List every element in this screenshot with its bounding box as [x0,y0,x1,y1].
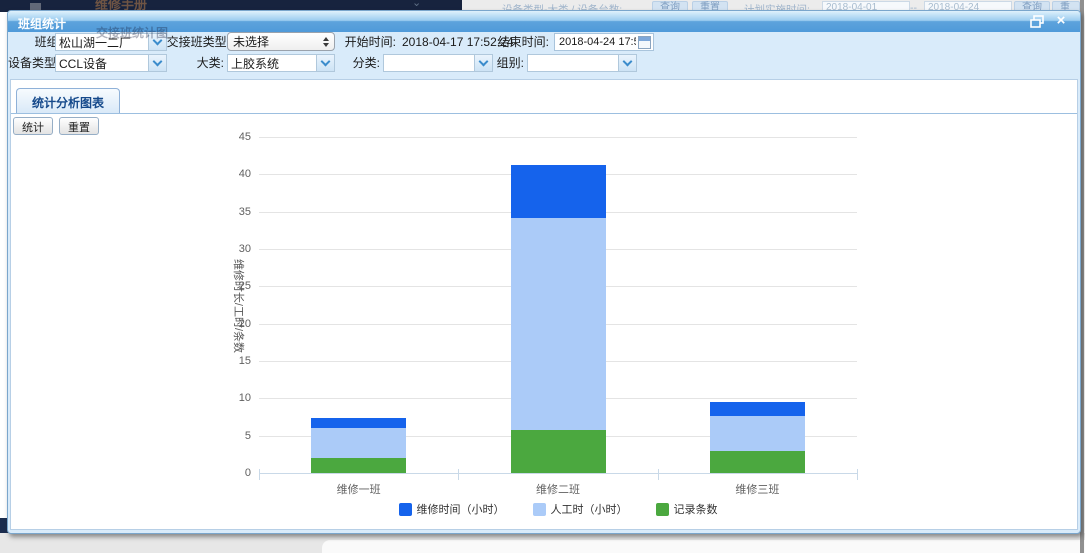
calendar-icon[interactable] [638,36,651,49]
y-tick-label: 5 [219,430,251,442]
subcategory-label: 分类: [344,54,380,72]
x-axis-line [259,473,857,474]
device-type-combo[interactable] [55,54,167,72]
shift-type-label: 交接班类型: [158,33,230,51]
legend-swatch-icon [656,503,669,516]
x-axis-tick [857,469,858,480]
x-axis-tick [458,469,459,480]
bar-segment[interactable] [710,402,805,416]
y-tick-label: 40 [219,168,251,180]
y-tick-label: 25 [219,280,251,292]
legend-item[interactable]: 人工时（小时） [533,501,628,517]
category-combo[interactable] [227,54,335,72]
select-stepper-icon [317,37,329,47]
bar-segment[interactable] [311,428,406,458]
background-menu-item-2: 交接班统计图 [96,24,168,41]
device-type-combo-trigger[interactable] [148,55,166,71]
content-panel: 统计分析图表 统计 重置 维修时长/工时/条数 维修时间（小时）人工时（小时）记… [10,79,1078,530]
team-statistics-window: 班组统计 × 交接班统计图 班组: 交接班类型: 未选择 开始时间: 2018-… [7,10,1081,534]
chart-legend: 维修时间（小时） 人工时（小时） 记录条数 [259,501,857,517]
category-combo-trigger[interactable] [316,55,334,71]
y-tick-label: 45 [219,131,251,143]
group-combo[interactable] [527,54,637,72]
shift-type-value: 未选择 [233,33,269,50]
subcategory-input[interactable] [384,55,474,71]
y-tick-label: 20 [219,318,251,330]
gridline [259,137,857,138]
window-titlebar[interactable]: 班组统计 × [8,11,1080,32]
group-combo-trigger[interactable] [618,55,636,71]
y-axis-title: 维修时长/工时/条数 [231,259,247,353]
chevron-down-icon [479,57,489,67]
x-category-label: 维修一班 [299,481,419,497]
subcategory-combo[interactable] [383,54,493,72]
x-axis-tick [259,469,260,480]
chevron-down-icon [153,57,163,67]
restore-icon[interactable] [1030,15,1044,28]
background-bottom-panel [322,540,1085,553]
bar-segment[interactable] [511,430,606,473]
y-tick-label: 30 [219,243,251,255]
y-tick-label: 10 [219,392,251,404]
bar-chart: 维修时长/工时/条数 维修时间（小时） 人工时（小时） 记录条数 0 5 10 15 20 2… [11,80,1077,529]
device-type-label: 设备类型: [8,54,52,72]
chevron-down-icon [321,57,331,67]
end-time-field[interactable] [554,33,654,51]
chevron-down-icon [623,57,633,67]
end-time-input[interactable] [557,35,638,49]
device-type-input[interactable] [56,55,148,71]
screen: 维修手册 ⌄ 设备类型-大类 / 设备台数: 查询 重置 . 计划实施时间: 2… [0,0,1085,553]
bar-segment[interactable] [511,165,606,218]
start-time-label: 开始时间: [338,33,396,51]
legend-item[interactable]: 记录条数 [656,501,718,517]
legend-label: 维修时间（小时） [417,501,505,517]
category-label: 大类: [170,54,224,72]
y-tick-label: 0 [219,467,251,479]
legend-label: 人工时（小时） [551,501,628,517]
end-time-label: 结束时间: [491,33,549,51]
group-input[interactable] [528,55,618,71]
legend-item[interactable]: 维修时间（小时） [399,501,505,517]
window-title: 班组统计 [18,15,66,32]
close-icon[interactable]: × [1054,15,1068,28]
chevron-down-icon: ⌄ [412,0,421,9]
y-tick-label: 15 [219,355,251,367]
x-axis-tick [658,469,659,480]
shift-type-select[interactable]: 未选择 [227,32,335,51]
bar-segment[interactable] [710,416,805,452]
bar-segment[interactable] [710,451,805,473]
group-label: 组别: [490,54,524,72]
background-bottom-strip [0,533,1085,553]
y-tick-label: 35 [219,206,251,218]
legend-label: 记录条数 [674,501,718,517]
x-category-label: 维修三班 [697,481,817,497]
bar-segment[interactable] [311,418,406,428]
bar-segment[interactable] [511,218,606,430]
x-category-label: 维修二班 [498,481,618,497]
legend-swatch-icon [399,503,412,516]
legend-swatch-icon [533,503,546,516]
category-input[interactable] [228,55,316,71]
bar-segment[interactable] [311,458,406,473]
